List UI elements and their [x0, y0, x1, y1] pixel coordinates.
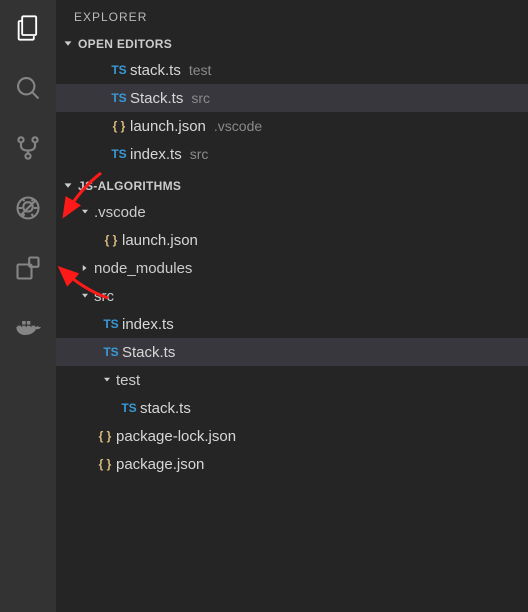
chevron-down-icon [78, 205, 92, 219]
folder-name: .vscode [94, 204, 146, 221]
folder-name: src [94, 288, 114, 305]
folder-item[interactable]: node_modules [56, 254, 528, 282]
file-name: index.ts [130, 146, 182, 163]
open-editor-item[interactable]: TS index.ts src [56, 140, 528, 168]
folder-item[interactable]: .vscode [56, 198, 528, 226]
activity-bar [0, 0, 56, 612]
open-editor-item[interactable]: TS Stack.ts src [56, 84, 528, 112]
workspace-tree: .vscode { } launch.json node_modules src… [56, 198, 528, 484]
chevron-down-icon [100, 373, 114, 387]
folder-name: test [116, 372, 140, 389]
ts-icon: TS [108, 147, 130, 161]
file-name: Stack.ts [130, 90, 183, 107]
source-control-icon[interactable] [12, 132, 44, 164]
file-item[interactable]: TS index.ts [56, 310, 528, 338]
open-editors-header[interactable]: OPEN EDITORS [56, 32, 528, 56]
open-editor-item[interactable]: { } launch.json .vscode [56, 112, 528, 140]
file-name: package.json [116, 456, 204, 473]
sidebar-title: EXPLORER [56, 0, 528, 32]
file-name: package-lock.json [116, 428, 236, 445]
debug-icon[interactable] [12, 192, 44, 224]
file-path-hint: src [190, 146, 209, 162]
docker-icon[interactable] [12, 312, 44, 344]
json-icon: { } [94, 429, 116, 443]
extensions-icon[interactable] [12, 252, 44, 284]
folder-name: node_modules [94, 260, 192, 277]
json-icon: { } [100, 233, 122, 247]
chevron-down-icon [60, 36, 76, 52]
ts-icon: TS [118, 401, 140, 415]
chevron-right-icon [78, 261, 92, 275]
folder-item[interactable]: src [56, 282, 528, 310]
ts-icon: TS [108, 63, 130, 77]
ts-icon: TS [100, 345, 122, 359]
file-name: launch.json [130, 118, 206, 135]
file-name: stack.ts [140, 400, 191, 417]
search-icon[interactable] [12, 72, 44, 104]
open-editor-item[interactable]: TS stack.ts test [56, 56, 528, 84]
file-name: Stack.ts [122, 344, 175, 361]
open-editors-list: TS stack.ts test TS Stack.ts src { } lau… [56, 56, 528, 174]
file-path-hint: test [189, 62, 212, 78]
file-item[interactable]: { } launch.json [56, 226, 528, 254]
workspace-header[interactable]: JS-ALGORITHMS [56, 174, 528, 198]
json-icon: { } [108, 119, 130, 133]
open-editors-title: OPEN EDITORS [78, 37, 172, 51]
file-item[interactable]: TS Stack.ts [56, 338, 528, 366]
ts-icon: TS [108, 91, 130, 105]
file-name: stack.ts [130, 62, 181, 79]
file-item[interactable]: TS stack.ts [56, 394, 528, 422]
json-icon: { } [94, 457, 116, 471]
ts-icon: TS [100, 317, 122, 331]
folder-item[interactable]: test [56, 366, 528, 394]
chevron-down-icon [78, 289, 92, 303]
file-name: launch.json [122, 232, 198, 249]
explorer-sidebar: EXPLORER OPEN EDITORS TS stack.ts test T… [56, 0, 528, 612]
file-name: index.ts [122, 316, 174, 333]
file-path-hint: .vscode [214, 118, 262, 134]
file-item[interactable]: { } package.json [56, 450, 528, 478]
file-item[interactable]: { } package-lock.json [56, 422, 528, 450]
workspace-title: JS-ALGORITHMS [78, 179, 181, 193]
files-icon[interactable] [12, 12, 44, 44]
file-path-hint: src [191, 90, 210, 106]
chevron-down-icon [60, 178, 76, 194]
